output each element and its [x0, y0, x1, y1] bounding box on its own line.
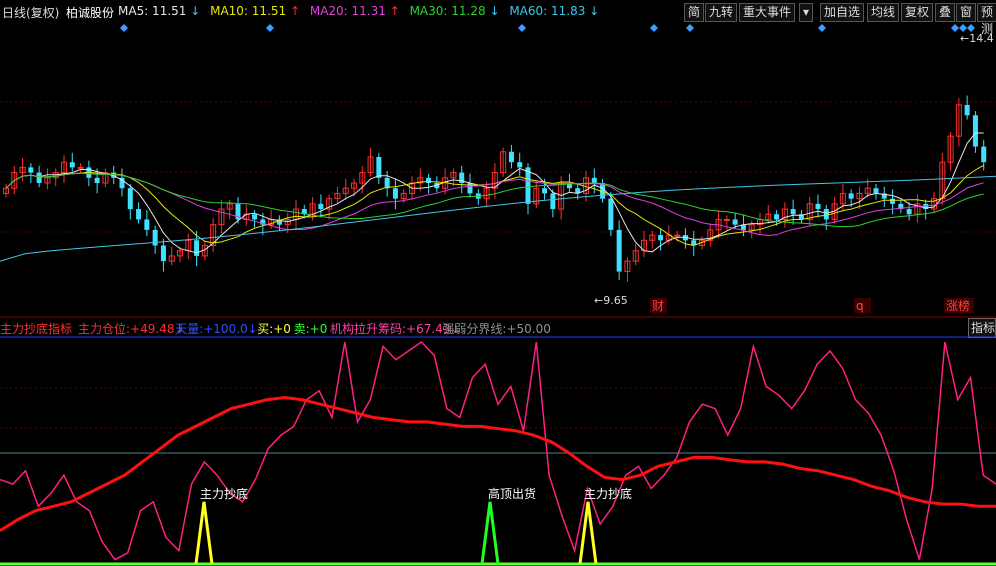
candle-body-73	[608, 198, 614, 230]
stock-name: 柏诚股份	[66, 6, 115, 20]
ma-arrow-1: ↑	[289, 4, 304, 18]
candle-body-88	[732, 219, 738, 225]
candle-body-71	[591, 177, 597, 184]
candle-body-116	[964, 104, 970, 116]
ma-value-1: MA10: 11.51	[210, 4, 290, 18]
ma-arrow-2: ↑	[389, 4, 404, 18]
indicator-field-4: 机构拉升筹码:+67.43↓	[330, 322, 461, 336]
signal-spike-0	[194, 501, 214, 565]
candle-body-23	[194, 240, 200, 256]
candle-body-62	[517, 162, 523, 168]
event-marker-4	[686, 24, 694, 32]
toolbar-button-1[interactable]: 九转	[705, 3, 738, 22]
candle-body-102	[848, 193, 854, 199]
candle-body-118	[981, 146, 987, 163]
candle-body-15	[127, 188, 133, 210]
ma-arrow-3: ↓	[489, 4, 504, 18]
indicator-chart[interactable]: 主力抄底 高顶出货 主力抄底	[0, 336, 996, 566]
candle-body-65	[542, 188, 548, 194]
indicator-field-2: 买:+0	[257, 322, 291, 336]
event-marker-8	[967, 24, 975, 32]
candle-body-66	[550, 193, 556, 210]
chart-type-label[interactable]: 日线(复权)	[2, 4, 59, 21]
indicator-field-0: 主力仓位:+49.48↓	[78, 322, 185, 336]
candle-body-38	[318, 203, 324, 210]
signal-label-0: 主力抄底	[200, 486, 248, 501]
candle-body-8	[69, 162, 75, 168]
ma-value-3: MA30: 11.28	[409, 4, 490, 18]
ma-arrow-4: ↓	[589, 4, 600, 18]
indicator-field-1: 天量:+100.0↓	[175, 322, 258, 336]
candle-body-16	[136, 209, 142, 220]
event-marker-3	[650, 24, 658, 32]
candle-body-18	[152, 229, 158, 246]
candle-body-45	[376, 156, 382, 178]
signal-label-1: 高顶出货	[488, 486, 536, 501]
event-marker-0	[120, 24, 128, 32]
candle-body-4	[36, 172, 42, 184]
toolbar-button-8[interactable]: 窗	[956, 3, 977, 22]
toolbar-button-6[interactable]: 复权	[901, 3, 934, 22]
ma-arrow-0: ↓	[190, 4, 205, 18]
candle-body-93	[774, 214, 780, 220]
toolbar-button-4[interactable]: 加自选	[820, 3, 865, 22]
ma-legend: MA5: 11.51 ↓ MA10: 11.51 ↑ MA20: 11.31 ↑…	[118, 4, 605, 18]
signal-label-2: 主力抄底	[584, 486, 632, 501]
ma-value-2: MA20: 11.31	[309, 4, 390, 18]
signal-spike-1	[480, 501, 500, 565]
candle-body-95	[790, 209, 796, 215]
main-position-line	[0, 395, 996, 532]
toolbar-button-9[interactable]: 预测	[977, 3, 996, 36]
candle-body-87	[723, 218, 730, 221]
candle-body-74	[616, 229, 622, 272]
indicator-legend: 主力抄底指标 主力仓位:+49.48↓ 天量:+100.0↓ 买:+0 卖:+0 机构拉…	[0, 318, 996, 336]
price-chart[interactable]: ←14.4 ←9.65 财 q 涨榜	[0, 22, 996, 318]
toolbar-button-2[interactable]: 重大事件	[739, 3, 796, 22]
event-label-2: 涨榜	[946, 298, 970, 313]
candle-body-17	[144, 219, 150, 230]
candle-body-30	[252, 214, 258, 220]
candle-body-105	[873, 188, 879, 194]
low-price-label: ←9.65	[594, 294, 628, 307]
candle-body-11	[94, 177, 100, 184]
institution-chip-line	[0, 341, 996, 561]
event-marker-6	[951, 24, 959, 32]
candle-body-117	[972, 115, 978, 147]
indicator-tab[interactable]: 指标	[968, 318, 996, 338]
candle-body-9	[77, 166, 84, 169]
toolbar-button-3[interactable]: ▾	[799, 3, 814, 22]
toolbar-button-7[interactable]: 叠	[935, 3, 956, 22]
candle-body-81	[674, 234, 681, 237]
candle-body-79	[658, 235, 664, 241]
indicator-field-3: 卖:+0	[293, 322, 328, 336]
event-label-0: 财	[652, 299, 664, 313]
candle-body-3	[28, 167, 34, 173]
toolbar-button-0[interactable]: 简	[684, 3, 705, 22]
toolbar-button-5[interactable]: 均线	[867, 3, 900, 22]
candle-body-98	[815, 203, 821, 210]
event-marker-1	[266, 24, 274, 32]
candle-body-51	[426, 177, 432, 184]
candle-body-109	[906, 209, 912, 215]
indicator-field-5: 强弱分界线:+50.00	[442, 322, 551, 336]
high-price-label: ←14.4	[960, 32, 994, 45]
event-marker-2	[518, 24, 526, 32]
candle-body-99	[823, 209, 829, 220]
header-bar: 日线(复权) 柏诚股份 MA5: 11.51 ↓ MA10: 11.51 ↑ M…	[0, 0, 996, 36]
event-marker-7	[959, 24, 967, 32]
ma-value-4: MA60: 11.83	[509, 4, 590, 18]
indicator-title[interactable]: 主力抄底指标	[0, 320, 72, 337]
candle-body-19	[160, 245, 166, 262]
candle-body-61	[508, 151, 514, 163]
candle-body-107	[890, 198, 896, 204]
ma-value-0: MA5: 11.51	[118, 4, 191, 18]
event-label-1: q	[856, 299, 864, 313]
event-marker-5	[818, 24, 826, 32]
candle-body-47	[392, 188, 398, 199]
candle-body-63	[525, 167, 531, 204]
